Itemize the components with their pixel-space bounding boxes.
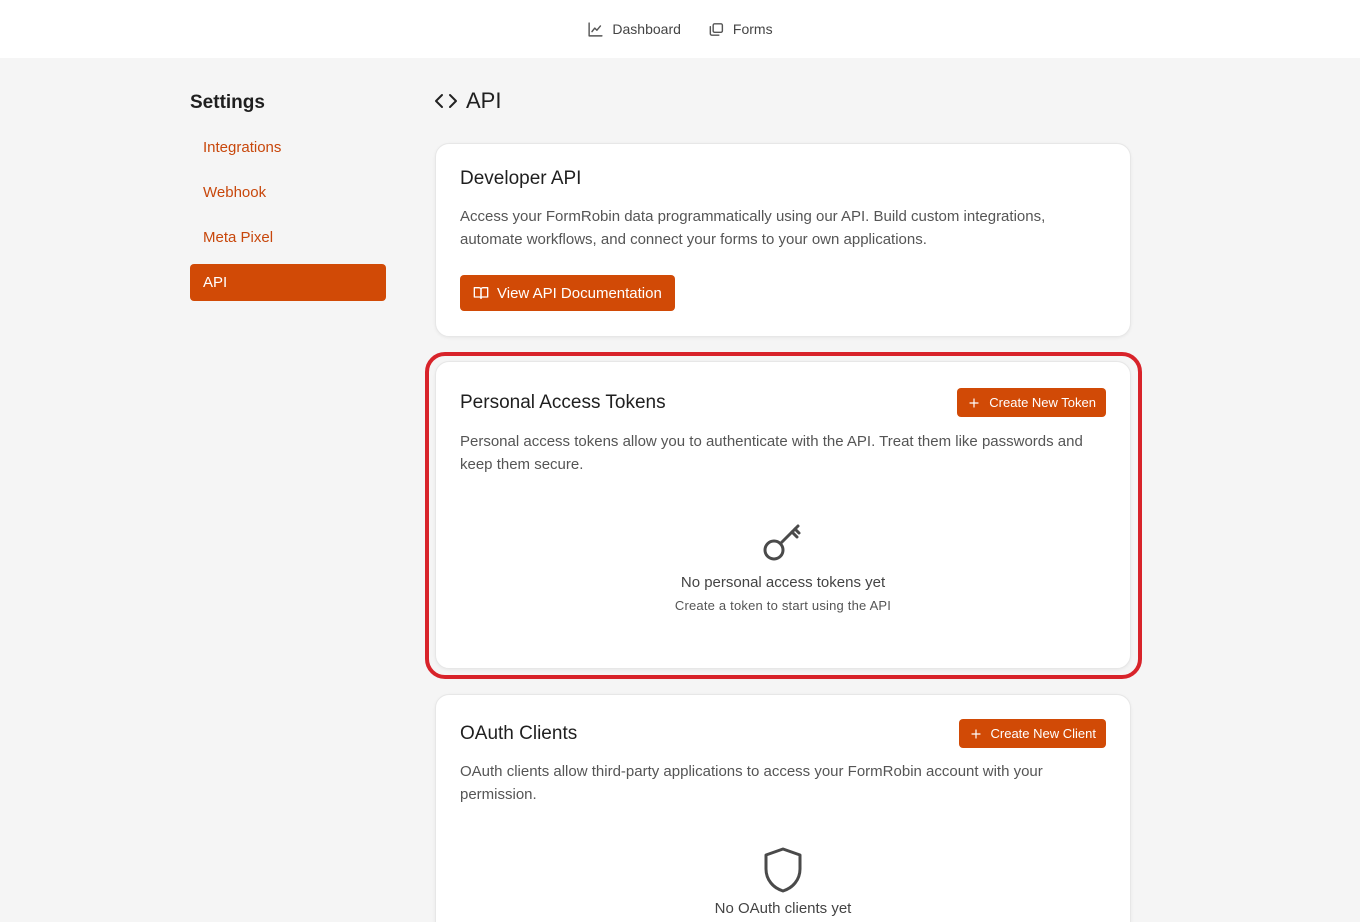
tokens-description: Personal access tokens allow you to auth… (460, 433, 1083, 473)
page-header: API (434, 88, 501, 114)
copy-icon (709, 22, 723, 36)
create-token-button[interactable]: Create New Token (957, 388, 1106, 417)
key-icon (763, 524, 801, 561)
oauth-description: OAuth clients allow third-party applicat… (460, 763, 1043, 803)
oauth-title: OAuth Clients (460, 722, 578, 744)
nav-dashboard-label: Dashboard (612, 21, 681, 37)
tokens-empty-title: No personal access tokens yet (680, 574, 886, 591)
tokens-title: Personal Access Tokens (460, 391, 666, 413)
developer-api-card: Developer API Access your FormRobin data… (435, 143, 1131, 337)
page-title: API (466, 88, 502, 113)
nav-forms[interactable]: Forms (707, 21, 773, 38)
shield-icon (764, 847, 802, 893)
oauth-empty-title: No OAuth clients yet (714, 900, 852, 917)
plus-icon (970, 728, 981, 739)
developer-api-description: Access your FormRobin data programmatica… (460, 208, 1046, 248)
tokens-empty-state: No personal access tokens yet Create a t… (460, 518, 1106, 613)
book-open-icon (473, 287, 489, 299)
oauth-clients-card: OAuth Clients Create New Client OAuth cl… (435, 694, 1131, 922)
create-token-label: Create New Token (989, 395, 1096, 410)
tokens-card-header: Personal Access Tokens Create New Token (460, 388, 1106, 417)
code-icon (435, 94, 457, 108)
nav-dashboard[interactable]: Dashboard (587, 21, 681, 38)
personal-access-tokens-card: Personal Access Tokens Create New Token … (435, 361, 1131, 669)
sidebar-item-integrations[interactable]: Integrations (190, 129, 386, 166)
sidebar-title: Settings (190, 92, 265, 113)
sidebar-item-api[interactable]: API (190, 264, 386, 301)
nav-forms-label: Forms (732, 21, 773, 37)
sidebar-item-meta-pixel[interactable]: Meta Pixel (190, 219, 386, 256)
oauth-card-header: OAuth Clients Create New Client (460, 719, 1106, 748)
sidebar-item-webhook[interactable]: Webhook (190, 174, 386, 211)
developer-api-title: Developer API (460, 168, 582, 189)
create-client-button[interactable]: Create New Client (958, 719, 1106, 748)
settings-sidebar: Settings Integrations Webhook Meta Pixel… (190, 90, 386, 309)
view-api-docs-label: View API Documentation (497, 284, 662, 302)
chart-line-icon (588, 21, 603, 37)
create-client-label: Create New Client (990, 726, 1097, 741)
oauth-empty-state: No OAuth clients yet (460, 846, 1106, 917)
top-nav: Dashboard Forms (0, 0, 1360, 58)
tokens-empty-subtitle: Create a token to start using the API (674, 598, 892, 613)
plus-icon (969, 397, 979, 408)
view-api-docs-button[interactable]: View API Documentation (460, 275, 675, 311)
